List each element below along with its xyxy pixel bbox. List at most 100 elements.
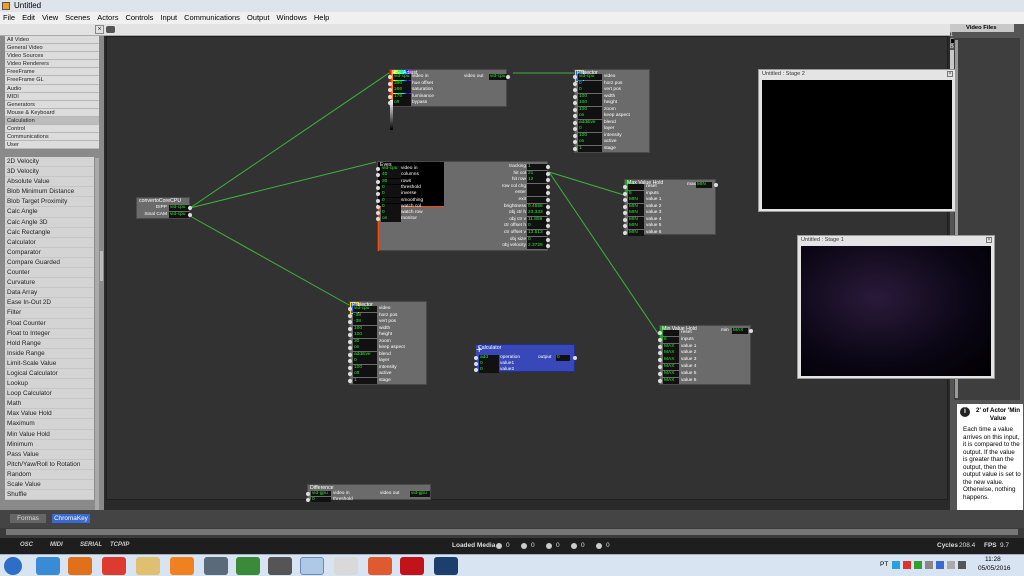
input-value[interactable]: 100: [353, 364, 377, 371]
start-button[interactable]: [4, 557, 22, 575]
tray-icon[interactable]: [914, 561, 922, 569]
input-port[interactable]: [388, 88, 392, 92]
input-port[interactable]: [573, 114, 577, 118]
input-value[interactable]: MAX: [663, 370, 679, 378]
menu-communications[interactable]: Communications: [184, 12, 240, 24]
output-value[interactable]: 1: [527, 164, 547, 170]
port-serial[interactable]: SERIAL: [80, 542, 102, 548]
category-item[interactable]: Video Renderers: [5, 60, 99, 69]
input-port[interactable]: [623, 217, 627, 222]
actor-item[interactable]: Absolute Value: [5, 177, 94, 188]
output-value[interactable]: 0.4556: [527, 203, 547, 210]
actor-item[interactable]: Limit-Scale Value: [5, 358, 94, 369]
pane-splitter-handle[interactable]: [100, 251, 103, 281]
input-port[interactable]: [474, 356, 478, 360]
actor-item[interactable]: Calc Rectangle: [5, 227, 94, 238]
input-port[interactable]: [348, 320, 352, 324]
output-port[interactable]: [546, 217, 550, 222]
photoshop-icon[interactable]: [434, 557, 458, 575]
input-value[interactable]: off: [353, 371, 377, 377]
input-value[interactable]: 100: [578, 106, 602, 113]
input-port[interactable]: [388, 75, 392, 79]
actor-list-scrollbar[interactable]: [95, 158, 99, 510]
input-port[interactable]: [376, 167, 380, 171]
category-item[interactable]: Video Sources: [5, 52, 99, 61]
input-value[interactable]: 0: [578, 126, 602, 132]
input-value[interactable]: 100: [353, 332, 377, 338]
actor-item[interactable]: Calc Angle: [5, 207, 94, 218]
port-midi[interactable]: MIDI: [50, 542, 63, 548]
input-value[interactable]: MIN: [628, 223, 644, 229]
output-value[interactable]: 2.3728: [527, 243, 547, 250]
input-port[interactable]: [658, 344, 662, 349]
output-value[interactable]: vid-cpu: [169, 212, 189, 218]
actor-item[interactable]: Logical Calculator: [5, 368, 94, 380]
category-item[interactable]: MIDI: [5, 92, 99, 101]
input-value[interactable]: 0: [578, 80, 602, 87]
input-value[interactable]: 0: [353, 358, 377, 364]
input-port[interactable]: [376, 185, 380, 190]
actor-item[interactable]: Curvature: [5, 278, 94, 289]
input-value[interactable]: 1: [353, 377, 377, 384]
actor-eyes[interactable]: Eyes vid-cpu video in 40 columns 30 rows 0 thres…: [376, 161, 550, 251]
output-value[interactable]: [527, 190, 547, 197]
input-value[interactable]: [628, 184, 644, 190]
menu-view[interactable]: View: [42, 12, 58, 24]
close-panel-icon[interactable]: ×: [95, 25, 104, 34]
output-port[interactable]: [188, 213, 192, 217]
input-value[interactable]: additive: [578, 119, 602, 126]
internet-explorer-icon[interactable]: [36, 557, 60, 575]
actor-calc[interactable]: Calculator add operation 0 value1 0 value2 outp…: [474, 344, 577, 373]
input-port[interactable]: [658, 378, 662, 383]
output-port[interactable]: [573, 356, 577, 360]
actor-hsl[interactable]: HSL Adjust vid-cpu video in 360 hue offset 16…: [388, 69, 510, 130]
input-port[interactable]: [388, 101, 392, 105]
input-value[interactable]: MIN: [628, 197, 644, 203]
output-value[interactable]: MIN: [696, 182, 712, 188]
stage-1-window[interactable]: Untitled : Stage 1 ×: [797, 235, 995, 379]
tray-icon[interactable]: [958, 561, 966, 569]
actor-item[interactable]: Calculator: [5, 237, 94, 248]
actor-item[interactable]: Scale Value: [5, 480, 94, 491]
actor-item[interactable]: Random: [5, 469, 94, 480]
menu-output[interactable]: Output: [247, 12, 270, 24]
output-value[interactable]: vid-cpu: [169, 205, 189, 211]
input-port[interactable]: [376, 211, 380, 216]
network-app-icon[interactable]: [204, 557, 228, 575]
media-player-icon[interactable]: [170, 557, 194, 575]
output-port[interactable]: [714, 183, 718, 187]
input-port[interactable]: [573, 133, 577, 138]
input-port[interactable]: [623, 198, 627, 202]
input-value[interactable]: 0: [381, 197, 401, 204]
input-port[interactable]: [348, 359, 352, 363]
input-port[interactable]: [388, 94, 392, 99]
input-port[interactable]: [376, 198, 380, 203]
menu-input[interactable]: Input: [160, 12, 177, 24]
camera-icon[interactable]: [106, 26, 115, 33]
scene-tab-formas[interactable]: Formas: [10, 514, 46, 523]
input-port[interactable]: [348, 365, 352, 370]
input-value[interactable]: -38: [353, 312, 377, 319]
input-value[interactable]: 0: [381, 203, 401, 210]
actor-item[interactable]: 3D Velocity: [5, 167, 94, 178]
output-value[interactable]: MAX: [732, 328, 748, 334]
tray-icon[interactable]: [903, 561, 911, 569]
menu-controls[interactable]: Controls: [125, 12, 153, 24]
horizontal-scrollbar[interactable]: [6, 529, 1018, 535]
input-value[interactable]: on: [578, 139, 602, 145]
output-port[interactable]: [546, 171, 550, 176]
actor-item[interactable]: Minimum: [5, 439, 94, 450]
tray-icon[interactable]: [925, 561, 933, 569]
output-value[interactable]: vid-gpu: [410, 491, 430, 497]
input-value[interactable]: 100: [353, 325, 377, 332]
output-value[interactable]: 11.856: [527, 216, 547, 223]
input-port[interactable]: [348, 378, 352, 383]
actor-minhold[interactable]: Min Value Hold reset 6 inputs MAX value 1 MAX v…: [658, 325, 753, 385]
actor-item[interactable]: Blob Minimum Distance: [5, 187, 94, 198]
menu-file[interactable]: File: [3, 12, 15, 24]
input-value[interactable]: 40: [381, 172, 401, 179]
input-port[interactable]: [348, 326, 352, 331]
input-value[interactable]: 0: [381, 210, 401, 216]
input-value[interactable]: on: [381, 216, 401, 223]
tray-icon[interactable]: [936, 561, 944, 569]
